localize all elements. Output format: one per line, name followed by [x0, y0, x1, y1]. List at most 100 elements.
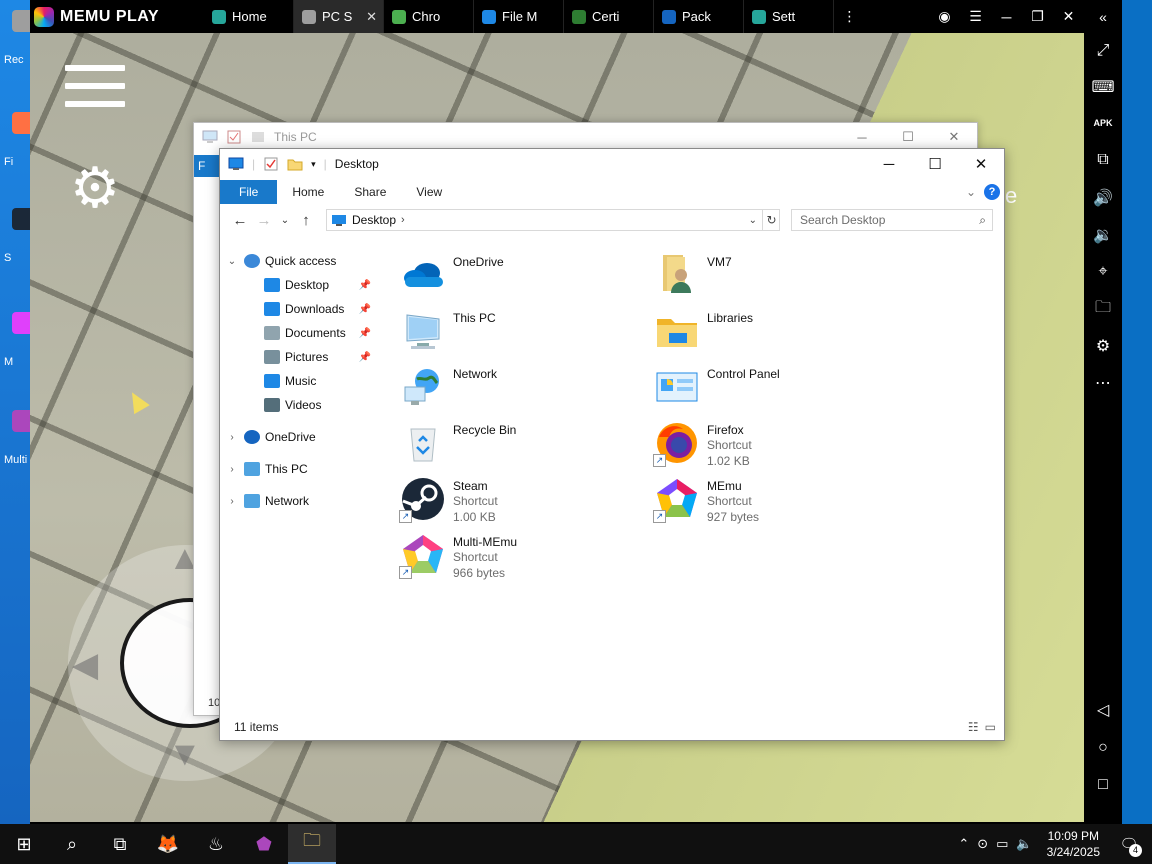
large-icons-view-icon[interactable]: ▭: [985, 720, 996, 734]
volume-icon[interactable]: 🔈: [1016, 836, 1032, 852]
start-button[interactable]: ⊞: [0, 824, 48, 864]
keyboard-icon[interactable]: ⌨: [1084, 73, 1122, 101]
recent-locations-icon[interactable]: ⌄: [276, 215, 294, 226]
home-icon[interactable]: ○: [1084, 734, 1122, 762]
back-close-button[interactable]: ✕: [931, 123, 977, 151]
up-arrow-icon[interactable]: ↑: [294, 212, 318, 229]
host-desktop-icon[interactable]: S: [4, 208, 30, 264]
more-icon[interactable]: ⋯: [1084, 369, 1122, 397]
notification-center-button[interactable]: 🗨 4: [1114, 835, 1144, 857]
pin-icon[interactable]: 📌: [359, 328, 371, 339]
desktop-item-control-panel[interactable]: Control Panel: [653, 363, 780, 411]
forward-arrow-icon[interactable]: →: [252, 212, 276, 229]
settings-icon[interactable]: ⚙: [1084, 332, 1122, 360]
new-folder-icon[interactable]: [287, 157, 303, 171]
memu-tab-pc-s[interactable]: PC S ✕: [294, 0, 384, 33]
network-status-icon[interactable]: ▭: [996, 836, 1008, 852]
content-pane[interactable]: OneDrive VM7 This PC Libraries Network Contro…: [385, 241, 1005, 711]
address-bar[interactable]: Desktop › ⌄: [326, 209, 780, 231]
memu-tab-home[interactable]: Home: [204, 0, 294, 33]
expand-chevron-icon[interactable]: ›: [226, 496, 238, 507]
nav-item-downloads[interactable]: Downloads 📌: [220, 297, 385, 321]
close-button[interactable]: ✕: [958, 150, 1004, 178]
back-arrow-icon[interactable]: ←: [228, 212, 252, 229]
recents-icon[interactable]: □: [1084, 771, 1122, 799]
webcam-icon[interactable]: ⊙: [977, 836, 988, 852]
nav-item-quick-access[interactable]: ⌄ Quick access: [220, 249, 385, 273]
minimize-button[interactable]: ─: [866, 150, 912, 178]
folder-icon[interactable]: 🗀: [1084, 295, 1122, 323]
expand-chevron-icon[interactable]: ⌄: [226, 256, 238, 267]
host-desktop-icon[interactable]: Multi: [4, 410, 30, 466]
desktop-item-this-pc[interactable]: This PC: [399, 307, 496, 355]
firefox-taskbar-button[interactable]: 🦊: [144, 824, 192, 864]
desktop-item-onedrive[interactable]: OneDrive: [399, 251, 504, 299]
account-icon[interactable]: ◉: [929, 0, 960, 33]
address-path[interactable]: Desktop: [352, 213, 396, 227]
nav-item-documents[interactable]: Documents 📌: [220, 321, 385, 345]
game-menu-icon[interactable]: [65, 65, 125, 107]
memu-taskbar-button[interactable]: ⬟: [240, 824, 288, 864]
nav-item-this-pc[interactable]: › This PC: [220, 457, 385, 481]
desktop-item-network[interactable]: Network: [399, 363, 497, 411]
expand-chevron-icon[interactable]: ›: [226, 432, 238, 443]
ribbon-tab-home[interactable]: Home: [277, 180, 339, 204]
quick-access-dropdown-icon[interactable]: ▾: [311, 159, 316, 170]
desktop-item-recycle-bin[interactable]: Recycle Bin: [399, 419, 516, 467]
nav-item-pictures[interactable]: Pictures 📌: [220, 345, 385, 369]
apk-icon[interactable]: APK: [1084, 109, 1122, 137]
memu-more-button[interactable]: ⋮: [834, 0, 865, 33]
back-icon[interactable]: ◁: [1084, 696, 1122, 724]
details-view-icon[interactable]: ☷: [968, 720, 979, 734]
desktop-item-multi-memu[interactable]: ↗ Multi-MEmu Shortcut 966 bytes: [399, 531, 517, 581]
game-settings-icon[interactable]: ⚙: [68, 160, 122, 216]
nav-item-onedrive[interactable]: › OneDrive: [220, 425, 385, 449]
ribbon-tab-file[interactable]: File: [220, 180, 278, 204]
memu-tab-pack[interactable]: Pack: [654, 0, 744, 33]
task-view-button[interactable]: ⧉: [96, 824, 144, 864]
expand-chevron-icon[interactable]: ›: [226, 464, 238, 475]
nav-item-music[interactable]: Music: [220, 369, 385, 393]
multi-window-icon[interactable]: ⧉: [1084, 146, 1122, 174]
host-desktop-icon[interactable]: Rec: [4, 10, 30, 66]
show-hidden-icons-icon[interactable]: ⌃: [958, 836, 969, 852]
desktop-item-memu[interactable]: ↗ MEmu Shortcut 927 bytes: [653, 475, 759, 525]
pin-icon[interactable]: 📌: [359, 280, 371, 291]
search-icon[interactable]: ⌕: [979, 213, 986, 228]
memu-tab-file-m[interactable]: File M: [474, 0, 564, 33]
breadcrumb-chevron-icon[interactable]: ›: [401, 214, 405, 226]
help-icon[interactable]: ?: [984, 184, 1000, 200]
maximize-button[interactable]: ☐: [912, 150, 958, 178]
refresh-icon[interactable]: ↻: [762, 209, 780, 231]
address-dropdown-icon[interactable]: ⌄: [749, 215, 761, 226]
steam-taskbar-button[interactable]: ♨: [192, 824, 240, 864]
desktop-item-vm7[interactable]: VM7: [653, 251, 732, 299]
expand-ribbon-icon[interactable]: ⌄: [966, 185, 976, 199]
nav-item-desktop[interactable]: Desktop 📌: [220, 273, 385, 297]
location-icon[interactable]: ⌖: [1084, 258, 1122, 286]
memu-tab-certi[interactable]: Certi: [564, 0, 654, 33]
host-desktop-icon[interactable]: Fi: [4, 112, 30, 168]
back-minimize-button[interactable]: ─: [839, 123, 885, 151]
desktop-item-libraries[interactable]: Libraries: [653, 307, 753, 355]
memu-restore-button[interactable]: ❐: [1022, 0, 1053, 33]
back-maximize-button[interactable]: ☐: [885, 123, 931, 151]
properties-icon[interactable]: [263, 157, 279, 171]
tab-close-icon[interactable]: ✕: [366, 9, 377, 25]
pin-icon[interactable]: 📌: [359, 352, 371, 363]
memu-tab-sett[interactable]: Sett: [744, 0, 834, 33]
nav-item-network[interactable]: › Network: [220, 489, 385, 513]
volume-down-icon[interactable]: 🔉: [1084, 221, 1122, 249]
file-explorer-taskbar-button[interactable]: 🗀: [288, 824, 336, 864]
explorer-window-desktop[interactable]: | ▾ | Desktop ─ ☐ ✕ File Home Share View…: [219, 148, 1005, 741]
ribbon-tab-view[interactable]: View: [401, 180, 457, 204]
memu-collapse-sidebar-button[interactable]: «: [1084, 0, 1122, 33]
host-desktop-icon[interactable]: M: [4, 312, 30, 368]
memu-tab-chro[interactable]: Chro: [384, 0, 474, 33]
clock[interactable]: 10:09 PM 3/24/2025: [1041, 828, 1106, 860]
fullscreen-icon[interactable]: ⤢: [1084, 37, 1122, 65]
memu-minimize-button[interactable]: ─: [991, 0, 1022, 33]
desktop-item-steam[interactable]: ↗ Steam Shortcut 1.00 KB: [399, 475, 498, 525]
ribbon-tab-share[interactable]: Share: [339, 180, 401, 204]
memu-menu-button[interactable]: ☰: [960, 0, 991, 33]
